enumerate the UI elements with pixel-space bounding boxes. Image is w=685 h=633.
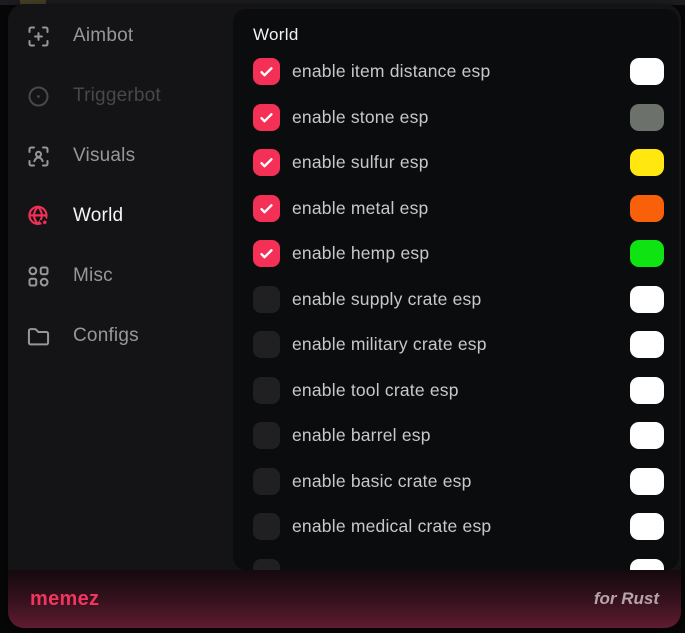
- visuals-icon: [25, 143, 52, 170]
- esp-row: enable military crate esp: [233, 322, 679, 368]
- esp-checkbox[interactable]: [253, 149, 280, 176]
- esp-row: enable stone esp: [233, 95, 679, 141]
- color-swatch[interactable]: [630, 331, 664, 358]
- check-icon: [258, 109, 275, 126]
- esp-row-label: enable barrel esp: [292, 425, 431, 446]
- world-icon: [25, 203, 52, 230]
- sidebar-item-label: Configs: [73, 325, 139, 347]
- color-swatch[interactable]: [630, 195, 664, 222]
- esp-checkbox[interactable]: [253, 195, 280, 222]
- esp-row-label: enable tool crate esp: [292, 380, 459, 401]
- color-swatch[interactable]: [630, 286, 664, 313]
- color-swatch[interactable]: [630, 58, 664, 85]
- esp-checkbox[interactable]: [253, 559, 280, 570]
- brand-logo: memez: [30, 588, 99, 611]
- esp-checkbox[interactable]: [253, 377, 280, 404]
- esp-checkbox[interactable]: [253, 104, 280, 131]
- color-swatch[interactable]: [630, 468, 664, 495]
- color-swatch[interactable]: [630, 559, 664, 570]
- esp-row: enable sulfur esp: [233, 140, 679, 186]
- cheat-menu-window: Aimbot Triggerbot Visuals World Misc: [8, 4, 681, 628]
- aimbot-icon: [25, 23, 52, 50]
- esp-row-label: enable medical crate esp: [292, 516, 491, 537]
- esp-row: enable hemp esp: [233, 231, 679, 277]
- sidebar-item-label: Aimbot: [73, 25, 133, 47]
- esp-checkbox[interactable]: [253, 331, 280, 358]
- color-swatch[interactable]: [630, 240, 664, 267]
- color-swatch[interactable]: [630, 513, 664, 540]
- sidebar-item-label: World: [73, 205, 123, 227]
- sidebar-item-world[interactable]: World: [8, 186, 233, 246]
- esp-checkbox[interactable]: [253, 468, 280, 495]
- footer-tagline: for Rust: [594, 589, 659, 609]
- esp-checkbox[interactable]: [253, 58, 280, 85]
- esp-checkbox[interactable]: [253, 422, 280, 449]
- sidebar-item-label: Misc: [73, 265, 113, 287]
- sidebar-item-triggerbot[interactable]: Triggerbot: [8, 66, 233, 126]
- sidebar-item-configs[interactable]: Configs: [8, 306, 233, 366]
- page-title: World: [253, 22, 679, 48]
- esp-row: enable supply crate esp: [233, 277, 679, 323]
- configs-icon: [25, 323, 52, 350]
- world-panel: World enable item distance esp enable st…: [233, 9, 679, 570]
- check-icon: [258, 63, 275, 80]
- check-icon: [258, 200, 275, 217]
- check-icon: [258, 245, 275, 262]
- sidebar-item-aimbot[interactable]: Aimbot: [8, 6, 233, 66]
- esp-row-label: enable stone esp: [292, 107, 429, 128]
- esp-checkbox[interactable]: [253, 240, 280, 267]
- esp-row: enable tool crate esp: [233, 368, 679, 414]
- esp-checkbox[interactable]: [253, 513, 280, 540]
- triggerbot-icon: [25, 83, 52, 110]
- color-swatch[interactable]: [630, 149, 664, 176]
- sidebar: Aimbot Triggerbot Visuals World Misc: [8, 6, 233, 366]
- esp-row: enable medical crate esp: [233, 504, 679, 550]
- sidebar-item-label: Visuals: [73, 145, 135, 167]
- esp-row-label: enable item distance esp: [292, 61, 490, 82]
- footer-bar: memez for Rust: [8, 570, 681, 628]
- esp-row-label: enable military crate esp: [292, 334, 487, 355]
- esp-checkbox[interactable]: [253, 286, 280, 313]
- esp-row-label: enable sulfur esp: [292, 152, 429, 173]
- esp-row-label: enable basic crate esp: [292, 471, 472, 492]
- sidebar-item-label: Triggerbot: [73, 85, 161, 107]
- esp-row: [233, 550, 679, 571]
- esp-row: enable metal esp: [233, 186, 679, 232]
- esp-list: enable item distance esp enable stone es…: [233, 49, 679, 570]
- misc-icon: [25, 263, 52, 290]
- esp-row: enable basic crate esp: [233, 459, 679, 505]
- sidebar-item-visuals[interactable]: Visuals: [8, 126, 233, 186]
- check-icon: [258, 154, 275, 171]
- color-swatch[interactable]: [630, 377, 664, 404]
- esp-row-label: enable supply crate esp: [292, 289, 481, 310]
- esp-row-label: enable metal esp: [292, 198, 428, 219]
- esp-row: enable barrel esp: [233, 413, 679, 459]
- esp-row: enable item distance esp: [233, 49, 679, 95]
- color-swatch[interactable]: [630, 104, 664, 131]
- esp-row-label: enable hemp esp: [292, 243, 429, 264]
- sidebar-item-misc[interactable]: Misc: [8, 246, 233, 306]
- color-swatch[interactable]: [630, 422, 664, 449]
